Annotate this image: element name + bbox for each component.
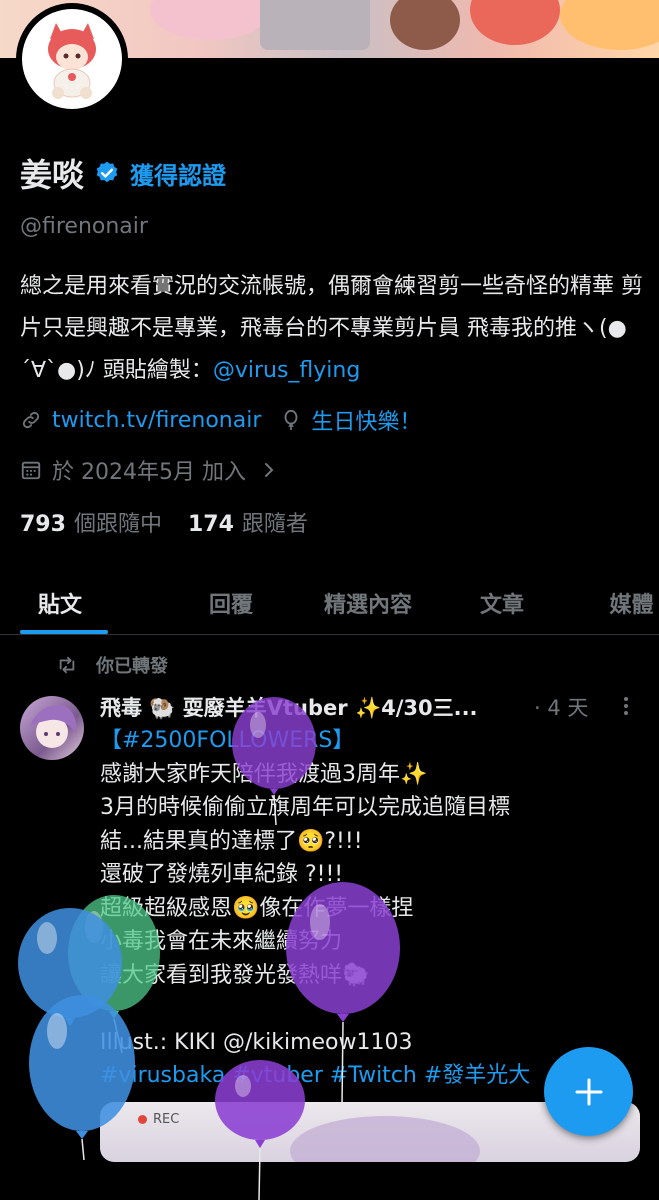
verified-badge-icon[interactable]: [94, 160, 120, 186]
verified-label[interactable]: 獲得認證: [130, 156, 226, 191]
joined-date: 於 2024年5月 加入: [52, 460, 246, 485]
following-count: 793: [20, 512, 66, 537]
balloon-icon: [284, 409, 298, 431]
profile-name: 姜啖: [20, 156, 85, 194]
followers-link[interactable]: 174 跟隨者: [188, 506, 308, 538]
more-icon[interactable]: [614, 694, 638, 718]
followers-label: 跟隨者: [241, 512, 308, 537]
balloon-blue-2-icon: [29, 995, 135, 1160]
profile-avatar[interactable]: [16, 3, 128, 115]
repost-label: 你已轉發: [96, 656, 168, 677]
followers-count: 174: [187, 512, 234, 537]
link-icon: [22, 411, 40, 429]
tab-replies[interactable]: 回覆: [164, 572, 298, 634]
tab-highlights[interactable]: 精選內容: [298, 572, 438, 634]
avatar-image: [22, 9, 122, 109]
post-timestamp[interactable]: · 4 天: [534, 692, 588, 722]
rec-dot-icon: [138, 1115, 147, 1124]
following-link[interactable]: 793 個跟隨中: [20, 506, 162, 538]
calendar-icon: [21, 461, 41, 480]
rec-badge: REC: [138, 1112, 179, 1127]
profile-website-link[interactable]: twitch.tv/firenonair: [52, 408, 261, 433]
compose-post-button[interactable]: [544, 1047, 633, 1136]
following-label: 個跟隨中: [73, 512, 162, 537]
repost-indicator: 你已轉發: [59, 652, 168, 678]
profile-bio: 總之是用來看實況的交流帳號，偶爾會練習剪一些奇怪的精華 剪片只是興趣不是專業，飛…: [20, 266, 645, 392]
post-author-avatar[interactable]: [20, 696, 84, 760]
profile-tabs: 貼文 回覆 精選內容 文章 媒體: [0, 572, 659, 635]
chevron-right-icon: [264, 463, 274, 477]
birthday-link[interactable]: 生日快樂！: [311, 404, 421, 436]
bio-mention-link[interactable]: @virus_flying: [213, 358, 360, 383]
tab-articles[interactable]: 文章: [438, 572, 566, 634]
balloon-purple-1-icon: [232, 697, 316, 825]
joined-row[interactable]: 於 2024年5月 加入: [20, 454, 278, 486]
tab-posts[interactable]: 貼文: [0, 572, 164, 634]
balloon-purple-3-icon: [215, 1060, 305, 1200]
tab-media[interactable]: 媒體: [566, 572, 659, 634]
repost-icon: [59, 656, 75, 674]
plus-icon: [575, 1078, 602, 1105]
profile-handle: @firenonair: [20, 214, 148, 239]
